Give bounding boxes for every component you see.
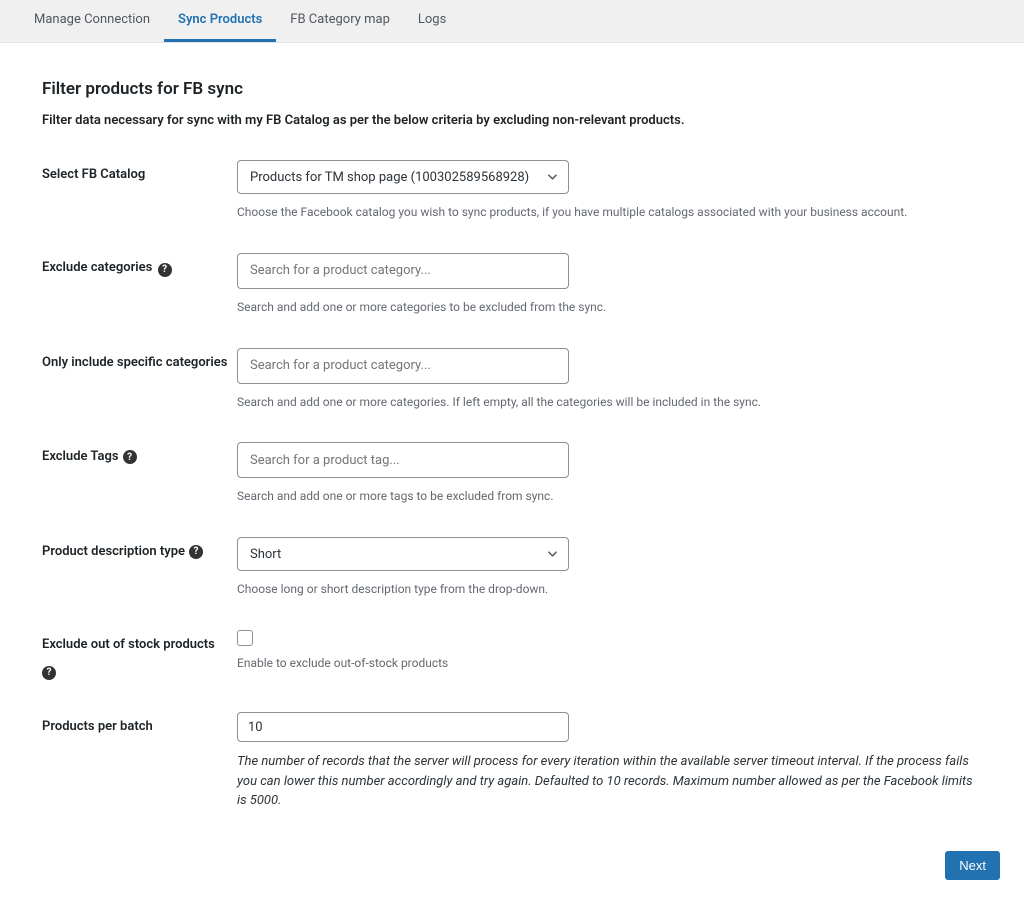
chevron-down-icon [547,172,558,183]
label-exclude-tags: Exclude Tags [42,448,119,466]
tab-fb-category-map[interactable]: FB Category map [276,0,404,42]
next-button[interactable]: Next [945,851,1000,880]
input-exclude-categories[interactable]: Search for a product category... [237,253,569,289]
select-fb-catalog-value: Products for TM shop page (1003025895689… [250,170,529,185]
select-description-type[interactable]: Short [237,537,569,571]
page-title: Filter products for FB sync [42,79,982,99]
help-icon[interactable]: ? [189,545,203,559]
select-fb-catalog[interactable]: Products for TM shop page (1003025895689… [237,160,569,194]
help-exclude-oos: Enable to exclude out-of-stock products [237,656,982,670]
content-area: Filter products for FB sync Filter data … [0,43,1024,841]
tab-manage-connection[interactable]: Manage Connection [20,0,164,42]
tab-logs[interactable]: Logs [404,0,460,42]
label-select-catalog: Select FB Catalog [42,166,145,184]
input-include-categories[interactable]: Search for a product category... [237,348,569,384]
label-include-categories: Only include specific categories [42,354,227,372]
tabs-bar: Manage Connection Sync Products FB Categ… [0,0,1024,43]
help-icon[interactable]: ? [158,263,172,277]
row-exclude-categories: Exclude categories ? Search for a produc… [42,253,982,316]
footer: Next [0,841,1024,902]
help-description-type: Choose long or short description type fr… [237,581,982,598]
label-exclude-oos: Exclude out of stock products [42,637,215,652]
tab-sync-products[interactable]: Sync Products [164,0,276,42]
row-per-batch: Products per batch 10 The number of reco… [42,712,982,811]
help-select-catalog: Choose the Facebook catalog you wish to … [237,204,982,221]
input-exclude-tags[interactable]: Search for a product tag... [237,442,569,478]
select-description-type-value: Short [250,547,281,562]
page-subtitle: Filter data necessary for sync with my F… [42,113,982,128]
help-icon[interactable]: ? [42,666,56,680]
label-exclude-categories: Exclude categories [42,260,152,275]
label-description-type: Product description type [42,543,185,561]
help-exclude-categories: Search and add one or more categories to… [237,299,982,316]
label-per-batch: Products per batch [42,718,153,736]
help-per-batch: The number of records that the server wi… [237,752,982,811]
help-icon[interactable]: ? [123,450,137,464]
chevron-down-icon [547,549,558,560]
input-per-batch[interactable]: 10 [237,712,569,742]
row-include-categories: Only include specific categories Search … [42,348,982,411]
help-include-categories: Search and add one or more categories. I… [237,394,982,411]
row-exclude-oos: Exclude out of stock products ? Enable t… [42,630,982,680]
checkbox-exclude-oos[interactable] [237,630,253,646]
row-description-type: Product description type ? Short Choose … [42,537,982,598]
help-exclude-tags: Search and add one or more tags to be ex… [237,488,982,505]
row-select-catalog: Select FB Catalog Products for TM shop p… [42,160,982,221]
row-exclude-tags: Exclude Tags ? Search for a product tag.… [42,442,982,505]
